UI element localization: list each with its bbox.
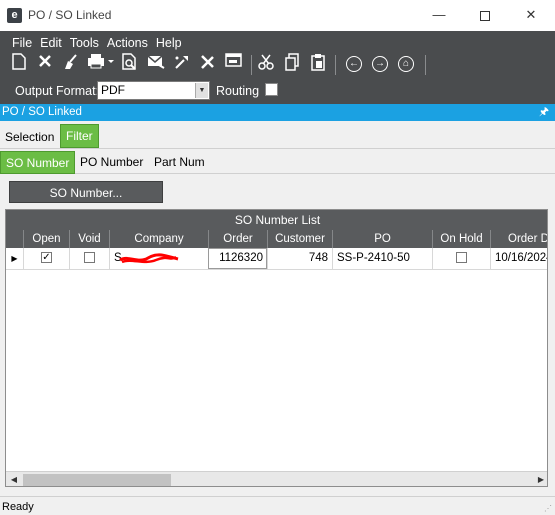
- panel-title: PO / SO Linked: [2, 106, 82, 118]
- menu-actions[interactable]: Actions: [103, 34, 152, 52]
- redaction-scribble: [119, 253, 179, 264]
- column-header-order[interactable]: Order: [208, 230, 267, 248]
- schedule-icon[interactable]: [171, 53, 193, 75]
- column-header-company[interactable]: Company: [109, 230, 208, 248]
- title-bar: e PO / SO Linked — ✕: [0, 0, 555, 31]
- output-format-row: Output Format: PDF ▼ Routing: [15, 80, 555, 102]
- forward-icon[interactable]: →: [369, 53, 391, 75]
- menu-tools[interactable]: Tools: [66, 34, 103, 52]
- main-tabs: Selection Filter: [0, 123, 555, 149]
- pin-icon[interactable]: 🖈: [539, 104, 549, 121]
- send-email-icon[interactable]: [145, 53, 167, 75]
- delete-icon[interactable]: [34, 53, 56, 75]
- output-format-label: Output Format:: [15, 84, 100, 98]
- filter-tabs: SO Number PO Number Part Num: [0, 150, 555, 174]
- routing-checkbox[interactable]: [265, 83, 278, 96]
- column-header-customer[interactable]: Customer: [267, 230, 332, 248]
- current-row-arrow-icon: ▶: [6, 248, 23, 269]
- new-icon[interactable]: [8, 53, 30, 75]
- copy-icon[interactable]: [281, 53, 303, 75]
- cell-open[interactable]: ✓: [23, 248, 69, 269]
- scroll-left-icon[interactable]: ◀: [6, 472, 22, 486]
- panel-header: PO / SO Linked 🖈: [0, 104, 555, 121]
- output-format-select[interactable]: PDF ▼: [97, 81, 210, 100]
- column-header-on-hold[interactable]: On Hold: [432, 230, 490, 248]
- save-layout-icon[interactable]: [223, 53, 245, 75]
- row-selector-header: [6, 230, 23, 248]
- cell-order-date[interactable]: 10/16/2024: [490, 248, 547, 269]
- close-button[interactable]: ✕: [508, 4, 554, 26]
- window-title: PO / SO Linked: [28, 8, 112, 22]
- open-checkbox[interactable]: ✓: [41, 252, 52, 264]
- column-header-open[interactable]: Open: [23, 230, 69, 248]
- toolbar: ← → ⌂: [6, 53, 551, 77]
- so-number-button[interactable]: SO Number...: [9, 181, 163, 203]
- dropdown-arrow-icon[interactable]: ▼: [195, 83, 208, 98]
- cell-order[interactable]: 1126320: [208, 248, 267, 269]
- menu-edit[interactable]: Edit: [36, 34, 66, 52]
- column-header-void[interactable]: Void: [69, 230, 109, 248]
- cell-customer[interactable]: 748: [267, 248, 332, 269]
- cell-on-hold[interactable]: [432, 248, 490, 269]
- toolbar-separator: [251, 55, 252, 75]
- menu-help[interactable]: Help: [152, 34, 186, 52]
- void-checkbox[interactable]: [84, 252, 95, 264]
- home-icon[interactable]: ⌂: [395, 53, 417, 75]
- command-area: File Edit Tools Actions Help ← → ⌂ Outpu…: [0, 31, 555, 104]
- menu-file[interactable]: File: [8, 34, 36, 52]
- cell-po[interactable]: SS-P-2410-50: [332, 248, 432, 269]
- so-number-grid: SO Number List Open Void Company Order C…: [5, 209, 548, 487]
- clear-icon[interactable]: [60, 53, 82, 75]
- minimize-button[interactable]: —: [416, 4, 462, 26]
- grid-header: Open Void Company Order Customer PO On H…: [6, 230, 547, 248]
- print-preview-icon[interactable]: [119, 53, 141, 75]
- tab-filter[interactable]: Filter: [60, 124, 99, 148]
- app-logo-icon: e: [7, 8, 22, 23]
- grid-caption: SO Number List: [6, 210, 547, 230]
- attach-icon[interactable]: [197, 53, 219, 75]
- tab-so-number[interactable]: SO Number: [0, 151, 76, 174]
- print-icon[interactable]: [86, 53, 116, 75]
- cut-icon[interactable]: [255, 53, 277, 75]
- tab-selection[interactable]: Selection: [0, 126, 59, 148]
- toolbar-separator: [425, 55, 426, 75]
- column-header-order-date[interactable]: Order D: [490, 230, 547, 248]
- scrollbar-thumb[interactable]: [23, 474, 171, 486]
- output-format-value: PDF: [101, 83, 125, 97]
- table-row[interactable]: ▶ ✓ S 1126320 748 SS-P-2410-50 10/16/202…: [6, 248, 547, 270]
- resize-grip-icon[interactable]: ⋰: [544, 504, 554, 514]
- routing-label: Routing: [216, 84, 260, 98]
- tab-po-number[interactable]: PO Number: [75, 151, 148, 173]
- cell-company[interactable]: S: [109, 248, 208, 269]
- paste-icon[interactable]: [307, 53, 329, 75]
- status-bar: Ready ⋰: [0, 496, 555, 515]
- toolbar-separator: [335, 55, 336, 75]
- menu-bar: File Edit Tools Actions Help: [8, 34, 186, 52]
- back-icon[interactable]: ←: [343, 53, 365, 75]
- status-text: Ready: [2, 501, 34, 513]
- tab-part-num[interactable]: Part Num: [149, 151, 210, 173]
- column-header-po[interactable]: PO: [332, 230, 432, 248]
- maximize-icon: [480, 10, 490, 21]
- maximize-button[interactable]: [462, 4, 508, 26]
- cell-void[interactable]: [69, 248, 109, 269]
- horizontal-scrollbar[interactable]: ◀ ▶: [6, 471, 547, 486]
- scroll-right-icon[interactable]: ▶: [533, 472, 547, 486]
- on-hold-checkbox[interactable]: [456, 252, 467, 264]
